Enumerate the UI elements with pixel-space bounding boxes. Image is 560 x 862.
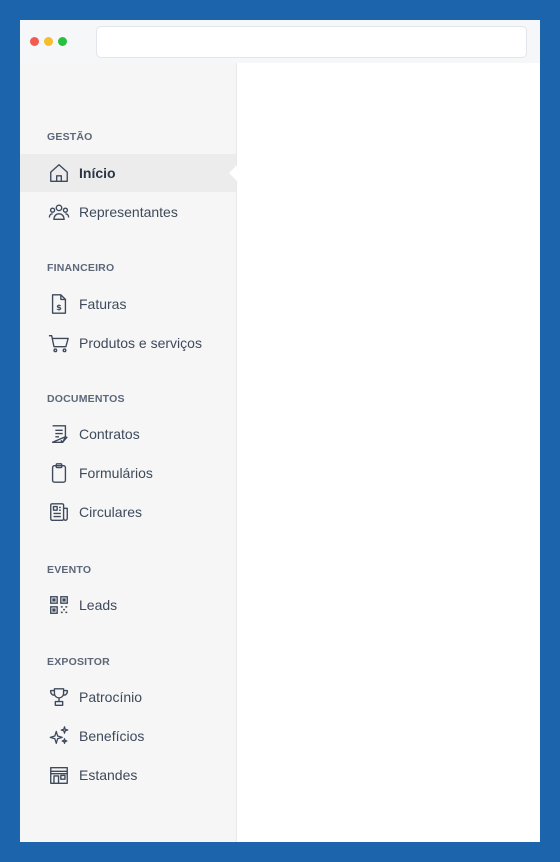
sidebar-item-produtos-e-servicos[interactable]: Produtos e serviços (20, 324, 236, 362)
section-evento: EVENTO (47, 564, 92, 576)
store-icon (48, 764, 70, 786)
section-documentos: DOCUMENTOS (47, 393, 125, 405)
sidebar-item-contratos[interactable]: Contratos (20, 415, 236, 453)
qr-code-icon (48, 594, 70, 616)
sidebar-item-label: Produtos e serviços (79, 335, 202, 351)
sparkles-icon (48, 725, 70, 747)
sidebar-item-label: Leads (79, 597, 118, 613)
sidebar-item-beneficios[interactable]: Benefícios (20, 717, 236, 755)
svg-text:$: $ (56, 302, 62, 312)
sidebar-item-label: Contratos (79, 426, 140, 442)
close-window-button[interactable] (30, 37, 39, 46)
contract-icon (48, 423, 70, 445)
sidebar-item-patrocinio[interactable]: Patrocínio (20, 678, 236, 716)
sidebar-item-label: Estandes (79, 767, 138, 783)
section-expositor: EXPOSITOR (47, 656, 110, 668)
sidebar-item-formularios[interactable]: Formulários (20, 454, 236, 492)
sidebar-item-representantes[interactable]: Representantes (20, 193, 236, 231)
sidebar-item-label: Circulares (79, 504, 143, 520)
newspaper-icon (48, 501, 70, 523)
sidebar-item-label: Faturas (79, 296, 127, 312)
sidebar-item-faturas[interactable]: $ Faturas (20, 285, 236, 323)
sidebar-item-inicio[interactable]: Início (20, 154, 237, 192)
sidebar-item-estandes[interactable]: Estandes (20, 756, 236, 794)
cart-icon (48, 332, 70, 354)
browser-toolbar (20, 20, 540, 63)
invoice-icon: $ (48, 293, 70, 315)
sidebar-item-label: Patrocínio (79, 689, 143, 705)
main-content (237, 63, 540, 842)
section-gestao: GESTÃO (47, 131, 93, 143)
sidebar-item-circulares[interactable]: Circulares (20, 493, 236, 531)
sidebar-item-label: Início (79, 165, 116, 181)
browser-window: GESTÃO Início Representantes FINANCEIRO … (20, 20, 540, 842)
sidebar-item-label: Formulários (79, 465, 153, 481)
sidebar: GESTÃO Início Representantes FINANCEIRO … (20, 63, 237, 842)
maximize-window-button[interactable] (58, 37, 67, 46)
clipboard-icon (48, 462, 70, 484)
sidebar-item-label: Representantes (79, 204, 178, 220)
section-financeiro: FINANCEIRO (47, 262, 115, 274)
trophy-icon (48, 686, 70, 708)
address-bar[interactable] (96, 26, 527, 58)
minimize-window-button[interactable] (44, 37, 53, 46)
sidebar-item-label: Benefícios (79, 728, 145, 744)
sidebar-item-leads[interactable]: Leads (20, 586, 236, 624)
home-icon (48, 162, 70, 184)
users-icon (48, 201, 70, 223)
